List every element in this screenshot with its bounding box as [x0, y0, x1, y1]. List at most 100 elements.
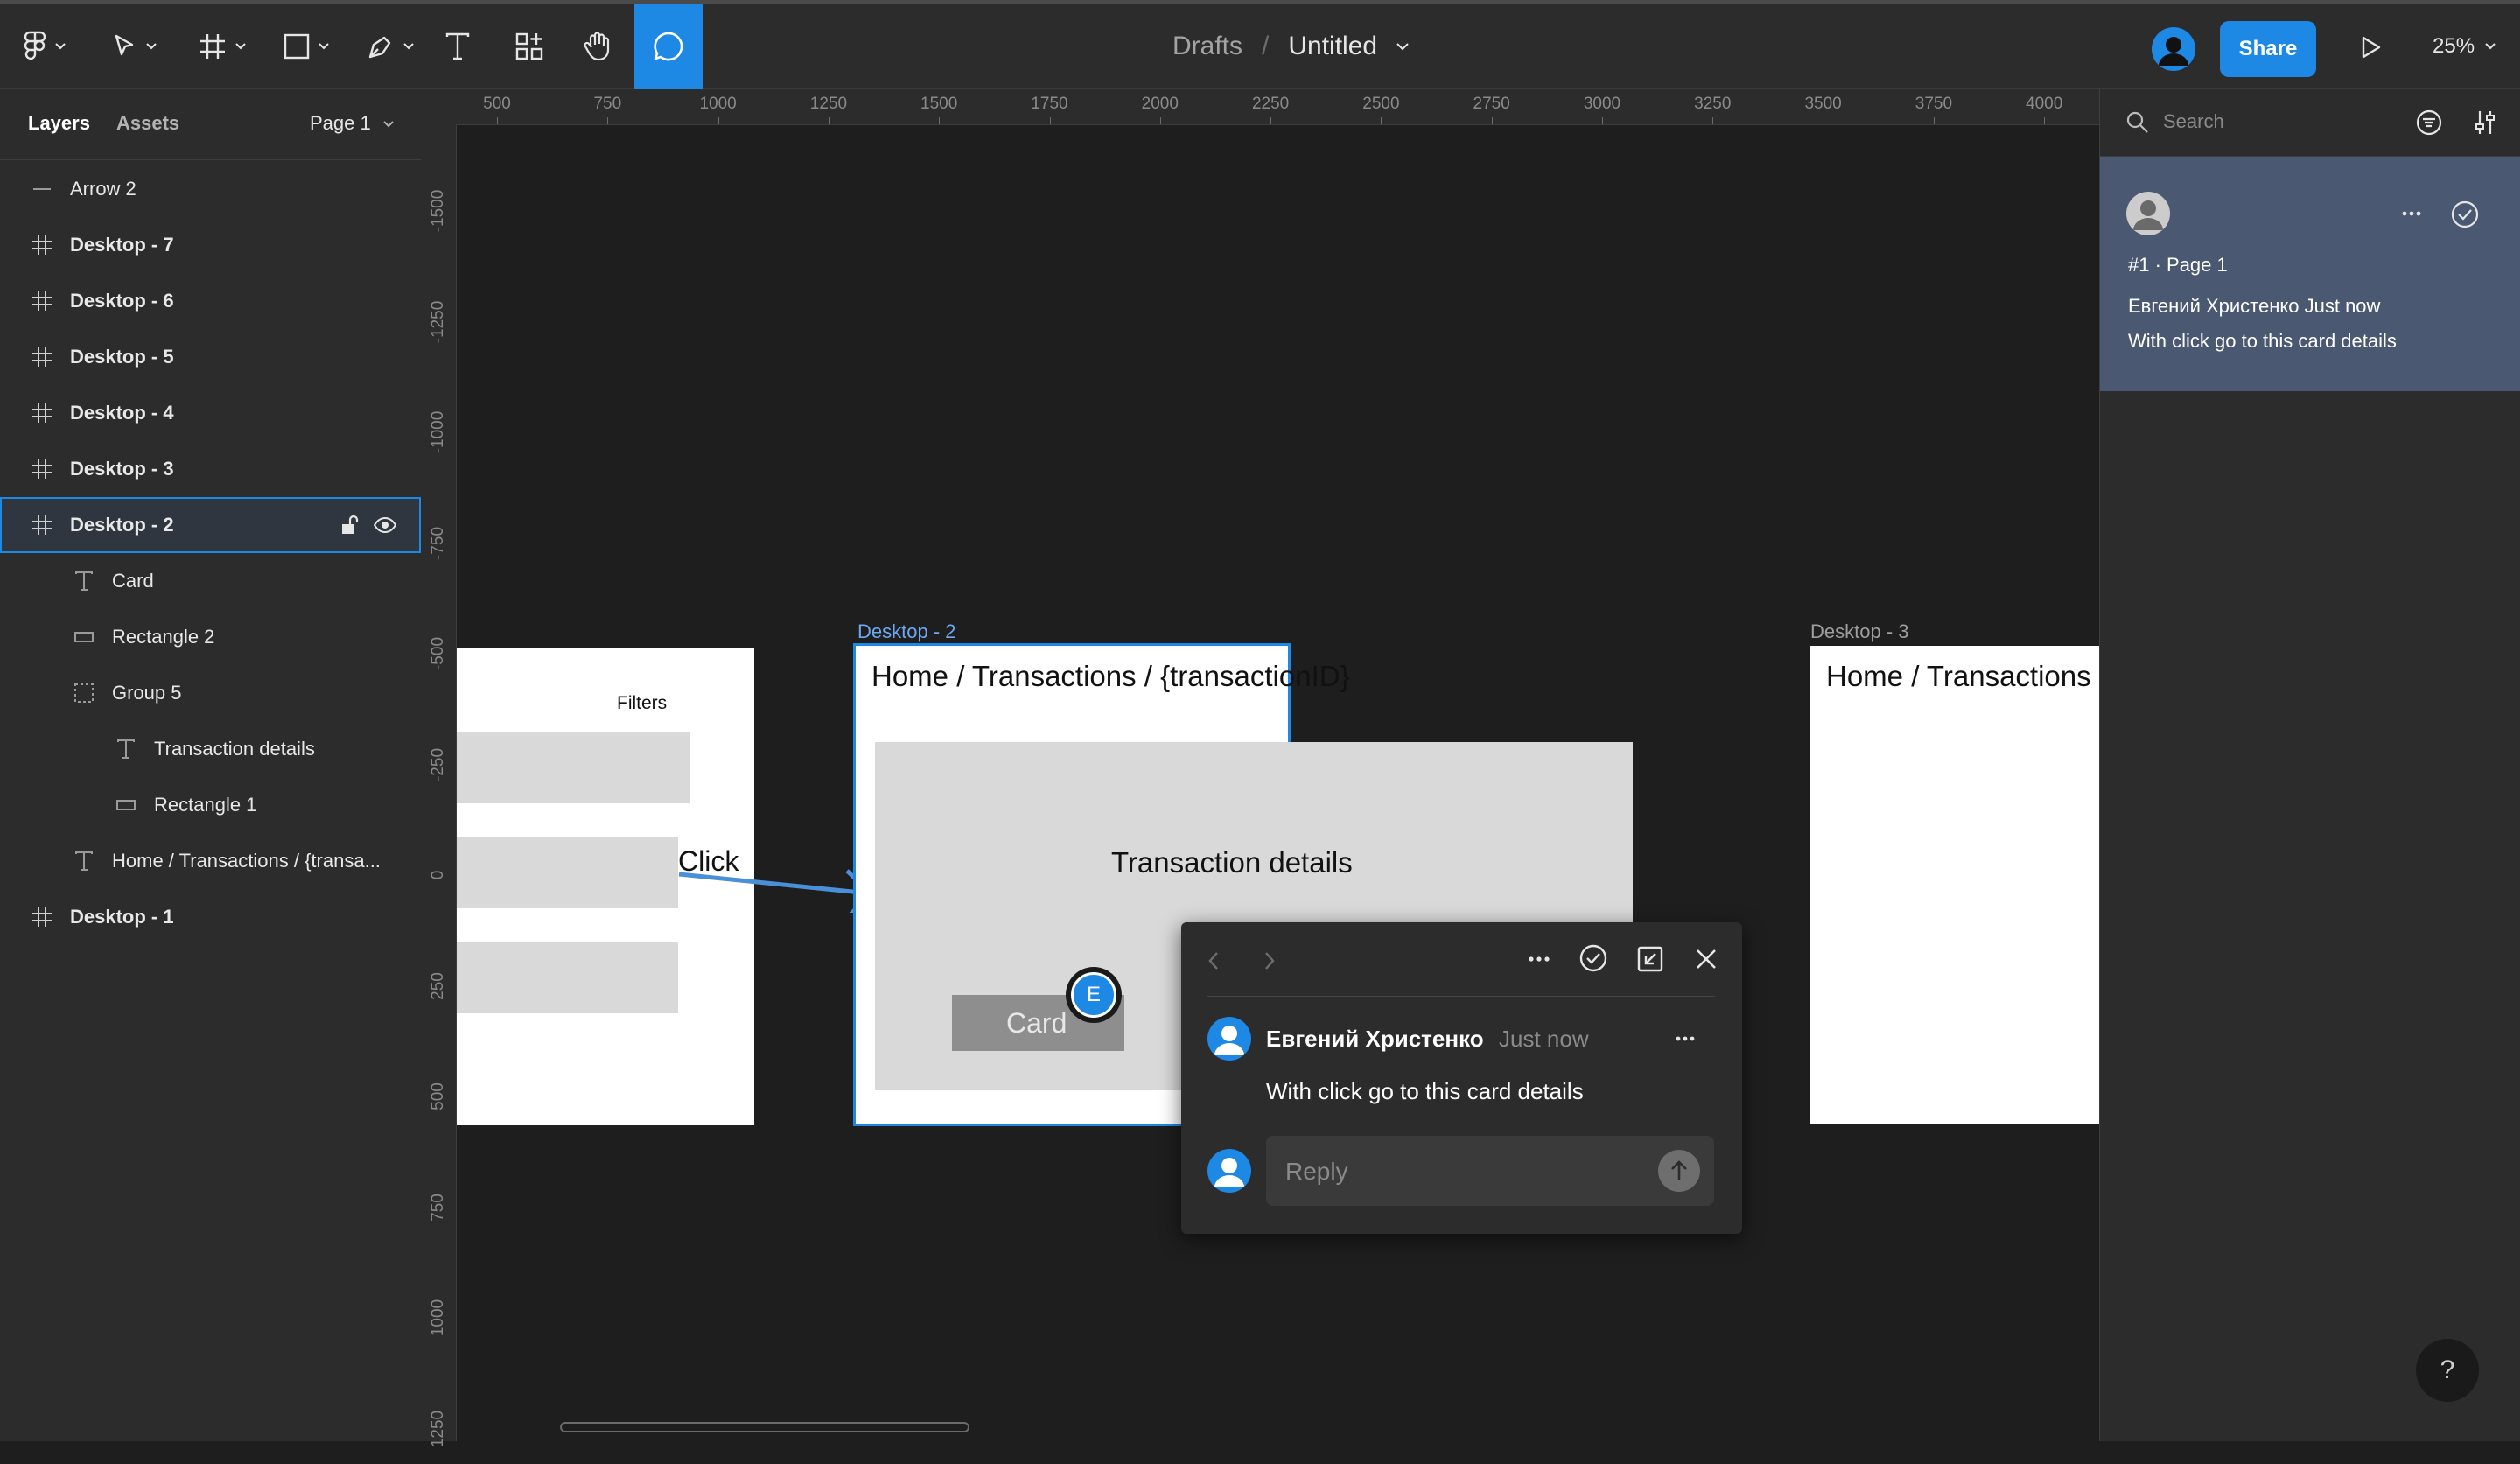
rectangle-icon	[73, 626, 95, 648]
chevron-down-icon	[2485, 43, 2496, 50]
layer-home-transactions[interactable]: Home / Transactions / {transa...	[0, 833, 421, 889]
layer-desktop-6[interactable]: Desktop - 6	[0, 273, 421, 329]
resources-tool-button[interactable]	[508, 4, 551, 89]
help-button[interactable]: ?	[2416, 1339, 2479, 1402]
layer-rectangle-1[interactable]: Rectangle 1	[0, 777, 421, 833]
layer-desktop-4[interactable]: Desktop - 4	[0, 385, 421, 441]
frame-icon	[31, 906, 53, 928]
reply-box	[1266, 1136, 1714, 1208]
resolve-check-icon[interactable]	[2450, 200, 2480, 229]
file-title[interactable]: Untitled	[1288, 32, 1377, 61]
list-rectangle	[457, 837, 678, 908]
more-options-icon[interactable]	[2401, 210, 2422, 217]
figma-menu-button[interactable]	[16, 4, 74, 89]
arrow-connector[interactable]	[676, 860, 877, 913]
frame-icon	[31, 234, 53, 256]
text-tool-button[interactable]	[438, 4, 478, 89]
chevron-left-icon[interactable]	[1208, 950, 1220, 971]
more-options-icon[interactable]	[1675, 1035, 1696, 1042]
resolve-check-icon[interactable]	[1578, 943, 1608, 973]
layer-desktop-5[interactable]: Desktop - 5	[0, 329, 421, 385]
close-icon[interactable]	[1694, 947, 1718, 971]
layer-label: Desktop - 6	[70, 290, 174, 312]
horizontal-ruler: 500 750 1000 1250 1500 1750 2000 2250 2500 2750 30…	[421, 89, 2099, 125]
layer-card[interactable]: Card	[0, 553, 421, 609]
more-options-icon[interactable]	[1528, 956, 1550, 963]
hand-tool-button[interactable]	[576, 4, 620, 89]
frame-title-desktop-2[interactable]: Desktop - 2	[858, 620, 956, 643]
present-button[interactable]	[2354, 30, 2389, 65]
ruler-tick-label: 1250	[429, 1410, 447, 1447]
user-avatar[interactable]	[2152, 27, 2195, 71]
layer-rectangle-2[interactable]: Rectangle 2	[0, 609, 421, 665]
ruler-tick-label: -1250	[429, 300, 447, 343]
comment-list-item[interactable]: #1 · Page 1 Евгений Христенко Just now W…	[2100, 157, 2520, 391]
reply-input[interactable]	[1284, 1136, 1655, 1208]
person-icon	[1214, 1158, 1244, 1187]
hand-icon	[584, 32, 610, 61]
ruler-tick	[1270, 117, 1272, 124]
shape-tool-button[interactable]	[275, 4, 338, 89]
layer-desktop-1[interactable]: Desktop - 1	[0, 889, 421, 945]
layer-desktop-3[interactable]: Desktop - 3	[0, 441, 421, 497]
frame-heading: Home / Transactions / {transactionID}	[872, 660, 1350, 692]
share-button[interactable]: Share	[2220, 21, 2316, 77]
figma-logo-icon	[24, 31, 46, 60]
filter-icon[interactable]	[2415, 109, 2443, 137]
frame-desktop-3[interactable]: Home / Transactions	[1810, 646, 2099, 1124]
layer-transaction-details[interactable]: Transaction details	[0, 721, 421, 777]
settings-sliders-icon[interactable]	[2471, 109, 2499, 137]
layer-desktop-7[interactable]: Desktop - 7	[0, 217, 421, 273]
ruler-tick-label: -1500	[429, 189, 447, 233]
send-reply-button[interactable]	[1658, 1150, 1700, 1192]
frame-title-desktop-3[interactable]: Desktop - 3	[1810, 620, 1909, 643]
chevron-down-icon	[318, 43, 329, 50]
rectangle-icon	[115, 794, 137, 816]
move-tool-button[interactable]	[103, 4, 166, 89]
zoom-control[interactable]: 25%	[2432, 4, 2496, 89]
chevron-right-icon[interactable]	[1264, 950, 1276, 971]
breadcrumb-drafts[interactable]: Drafts	[1172, 32, 1242, 61]
chevron-down-icon[interactable]	[1396, 42, 1409, 51]
ruler-tick-label: -750	[429, 526, 447, 560]
comments-search-input[interactable]: Search	[2163, 110, 2224, 133]
person-icon	[2159, 37, 2188, 66]
unlock-icon[interactable]	[339, 514, 361, 536]
ruler-tick	[1381, 117, 1382, 124]
tab-layers[interactable]: Layers	[28, 112, 90, 135]
horizontal-scrollbar[interactable]	[560, 1422, 970, 1432]
comment-icon	[654, 32, 683, 61]
layer-label: Desktop - 7	[70, 234, 174, 256]
comments-panel: Search #1 · Page 1 Евгений Христенко Jus…	[2099, 89, 2520, 1441]
comment-message: With click go to this card details	[1266, 1078, 1584, 1104]
play-icon	[2362, 36, 2381, 59]
ruler-tick-label: 2250	[1251, 95, 1290, 113]
page-selector[interactable]: Page 1	[310, 112, 394, 135]
layer-arrow-2[interactable]: Arrow 2	[0, 161, 421, 217]
comment-tool-button[interactable]	[634, 4, 703, 89]
ruler-tick-label: 2000	[1141, 95, 1179, 113]
ruler-tick-label: 500	[483, 95, 511, 113]
chevron-down-icon	[403, 43, 414, 50]
pen-icon	[368, 36, 391, 59]
layer-desktop-2[interactable]: Desktop - 2	[0, 497, 421, 553]
pen-tool-button[interactable]	[359, 4, 422, 89]
design-canvas[interactable]: Filters Click Desktop - 2 Home / Transac…	[457, 125, 2099, 1441]
filters-label: Filters	[617, 693, 668, 713]
ruler-tick-label: -250	[429, 747, 447, 781]
comment-thread-popup: Евгений Христенко Just now With click go…	[1181, 922, 1742, 1234]
text-icon	[73, 570, 95, 592]
layer-group-5[interactable]: Group 5	[0, 665, 421, 721]
comments-search-bar: Search	[2100, 89, 2520, 157]
layer-label: Desktop - 1	[70, 906, 174, 928]
list-rectangle	[457, 732, 690, 803]
tab-assets[interactable]: Assets	[116, 112, 179, 135]
current-user-avatar	[1208, 1149, 1251, 1193]
comment-pin[interactable]: E	[1066, 967, 1122, 1023]
frame-tool-button[interactable]	[191, 4, 254, 89]
cursor-icon	[115, 34, 134, 56]
ruler-tick	[607, 117, 609, 124]
undock-icon[interactable]	[1636, 945, 1664, 973]
eye-icon[interactable]	[374, 514, 396, 536]
layer-label: Rectangle 1	[154, 794, 257, 816]
